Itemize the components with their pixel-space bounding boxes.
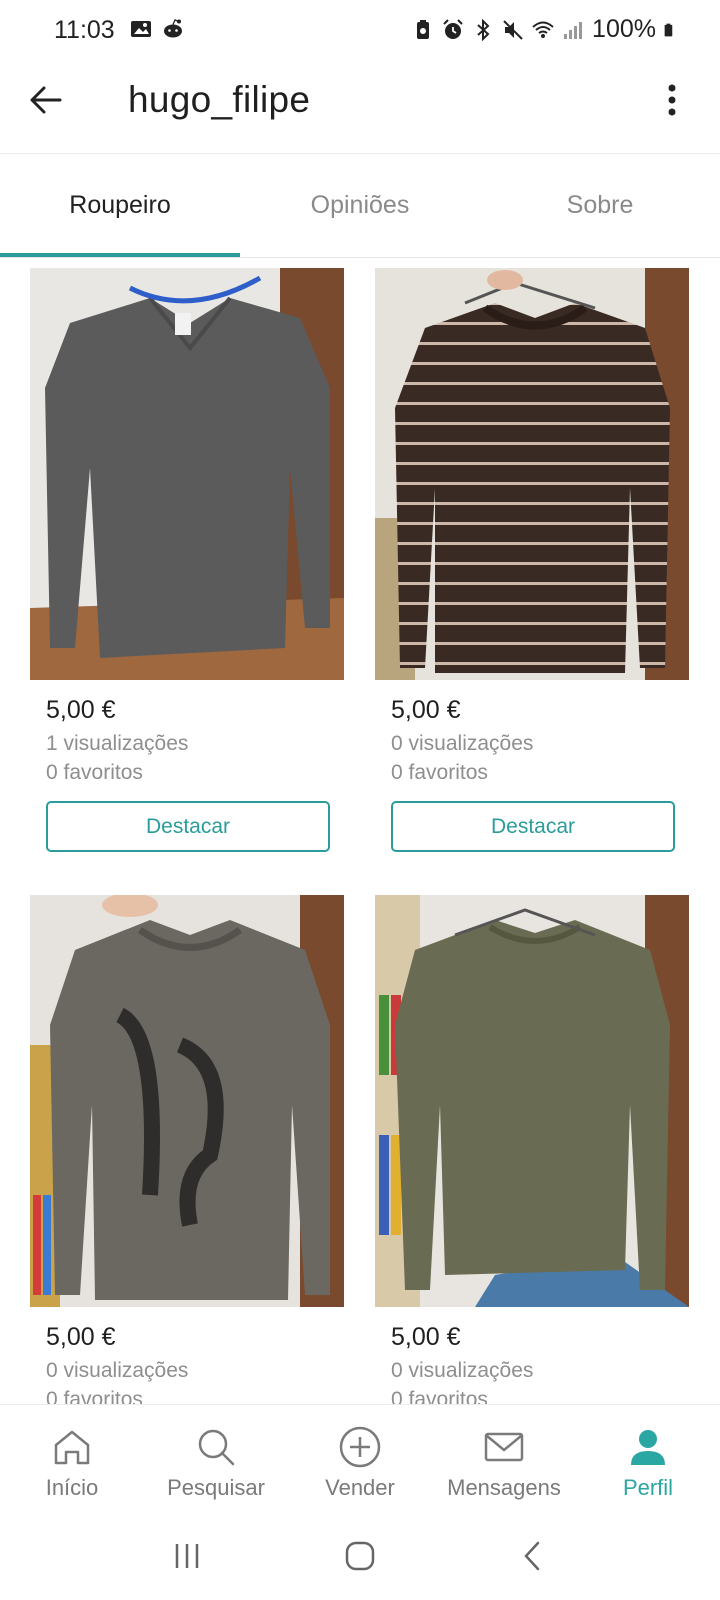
status-notification-icons xyxy=(130,18,184,40)
battery-icon xyxy=(664,23,673,36)
item-photo[interactable] xyxy=(30,895,344,1307)
tab-active-indicator xyxy=(0,253,240,257)
tab-label: Opiniões xyxy=(310,191,410,219)
item-views: 1 visualizações xyxy=(46,732,189,755)
plus-circle-icon xyxy=(339,1426,381,1468)
status-system-icons: 100% xyxy=(412,15,678,44)
item-favorites: 0 favoritos xyxy=(46,761,143,784)
search-icon xyxy=(198,1429,235,1466)
app-bar: hugo_filipe xyxy=(0,62,720,154)
recent-apps-icon[interactable] xyxy=(167,1536,207,1576)
wifi-icon xyxy=(532,21,554,38)
home-button-icon[interactable] xyxy=(340,1536,380,1576)
system-navigation xyxy=(0,1512,720,1600)
item-photo[interactable] xyxy=(30,268,344,680)
item-price: 5,00 € xyxy=(391,696,461,724)
boost-button[interactable]: Destacar xyxy=(46,801,330,852)
item-views: 0 visualizações xyxy=(391,732,534,755)
home-icon xyxy=(54,1430,90,1465)
alarm-icon xyxy=(443,18,463,39)
item-price: 5,00 € xyxy=(46,696,116,724)
nav-vender[interactable]: Vender xyxy=(288,1405,432,1512)
page-title: hugo_filipe xyxy=(128,79,311,120)
reddit-icon xyxy=(164,19,182,38)
mute-icon xyxy=(503,19,523,40)
tab-roupeiro[interactable]: Roupeiro xyxy=(0,154,240,257)
nav-perfil[interactable]: Perfil xyxy=(576,1405,720,1512)
gallery-icon xyxy=(131,21,151,37)
arrow-left-icon[interactable] xyxy=(26,80,66,120)
item-card[interactable]: 5,00 € 0 visualizações 0 favoritos xyxy=(30,895,344,1414)
status-time: 11:03 xyxy=(54,16,115,44)
tab-sobre[interactable]: Sobre xyxy=(480,154,720,257)
battery-percentage: 100% xyxy=(592,15,656,43)
item-card[interactable]: 5,00 € 0 visualizações 0 favoritos xyxy=(375,895,689,1414)
bottom-navigation: Início Pesquisar Vender Mensagens Perfil xyxy=(0,1404,720,1512)
tab-label: Sobre xyxy=(566,191,634,219)
status-bar: 11:03 100% xyxy=(0,0,720,62)
more-vertical-icon[interactable] xyxy=(662,80,682,120)
item-price: 5,00 € xyxy=(391,1323,461,1351)
nav-label: Vender xyxy=(325,1475,395,1500)
item-card[interactable]: 5,00 € 0 visualizações 0 favoritos Desta… xyxy=(375,268,689,852)
item-card[interactable]: 5,00 € 1 visualizações 0 favoritos Desta… xyxy=(30,268,344,852)
item-views: 0 visualizações xyxy=(391,1359,534,1382)
nav-label: Pesquisar xyxy=(167,1475,265,1500)
item-views: 0 visualizações xyxy=(46,1359,189,1382)
nav-mensagens[interactable]: Mensagens xyxy=(432,1405,576,1512)
profile-tabs: Roupeiro Opiniões Sobre xyxy=(0,154,720,258)
signal-icon xyxy=(564,21,583,39)
person-icon xyxy=(631,1430,665,1465)
nav-label: Início xyxy=(45,1475,99,1500)
boost-button[interactable]: Destacar xyxy=(391,801,675,852)
nav-pesquisar[interactable]: Pesquisar xyxy=(144,1405,288,1512)
back-button-icon[interactable] xyxy=(513,1536,553,1576)
item-photo[interactable] xyxy=(375,268,689,680)
item-favorites: 0 favoritos xyxy=(391,761,488,784)
nav-label: Mensagens xyxy=(447,1475,561,1500)
tab-label: Roupeiro xyxy=(69,191,171,219)
bluetooth-icon xyxy=(477,18,490,41)
mail-icon xyxy=(484,1432,524,1462)
battery-saver-icon xyxy=(417,19,430,39)
nav-inicio[interactable]: Início xyxy=(0,1405,144,1512)
nav-label: Perfil xyxy=(622,1475,674,1500)
tab-opinioes[interactable]: Opiniões xyxy=(240,154,480,257)
item-photo[interactable] xyxy=(375,895,689,1307)
item-price: 5,00 € xyxy=(46,1323,116,1351)
